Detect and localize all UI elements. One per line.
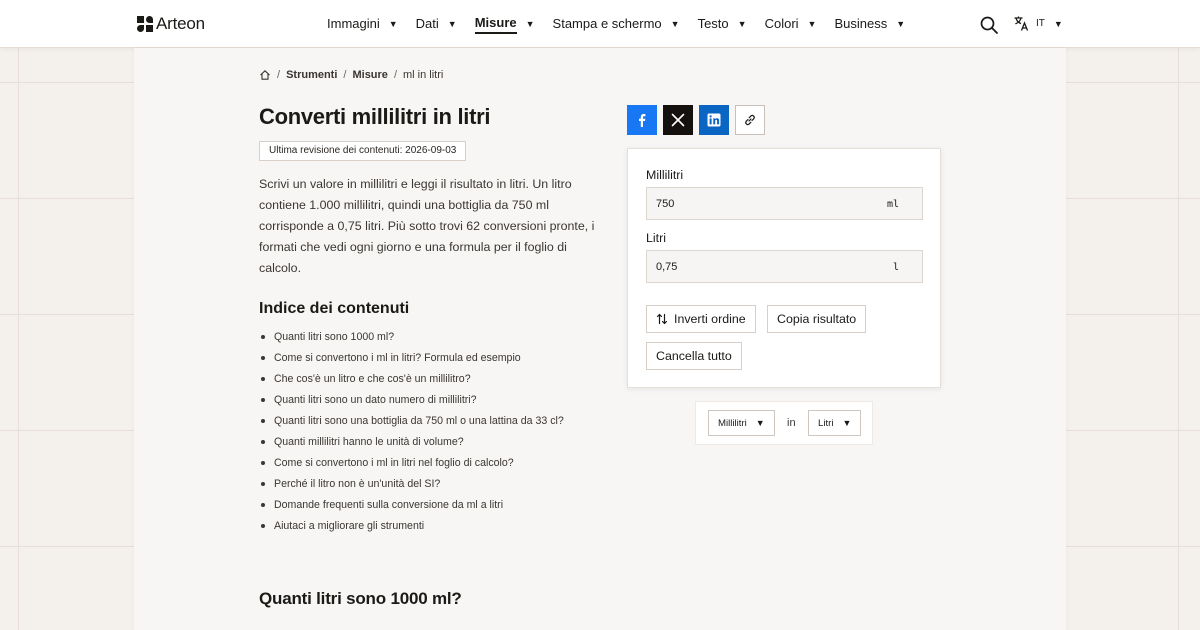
swap-order-button[interactable]: Inverti ordine	[646, 305, 756, 333]
caret-down-icon: ▼	[388, 19, 398, 29]
toc-item[interactable]: Come si convertono i ml in litri nel fog…	[259, 453, 564, 474]
from-unit-select[interactable]: Millilitri ▼	[708, 410, 775, 436]
millilitri-field: ml	[646, 187, 923, 220]
copy-link-button[interactable]	[735, 105, 765, 135]
breadcrumb-separator: /	[343, 69, 347, 81]
millilitri-label: Millilitri	[646, 168, 684, 182]
nav-label: Colori	[764, 15, 799, 31]
nav-label: Immagini	[327, 15, 380, 31]
breadcrumb-misure[interactable]: Misure	[352, 69, 387, 81]
facebook-icon	[639, 114, 646, 127]
breadcrumb: / Strumenti / Misure / ml in litri	[259, 69, 443, 81]
swap-order-label: Inverti ordine	[674, 312, 746, 326]
brand-name: Arteon	[156, 14, 205, 33]
litri-unit: l	[892, 262, 899, 273]
caret-down-icon: ▼	[842, 418, 852, 428]
nav-item-business[interactable]: Business ▼	[834, 0, 905, 48]
search-button[interactable]	[979, 15, 999, 35]
nav-item-colori[interactable]: Colori ▼	[765, 0, 817, 48]
nav-item-immagini[interactable]: Immagini ▼	[327, 0, 398, 48]
to-unit-select[interactable]: Litri ▼	[808, 410, 862, 436]
toc-item[interactable]: Quanti litri sono 1000 ml?	[259, 327, 564, 348]
toc-title: Indice dei contenuti	[259, 300, 410, 317]
breadcrumb-strumenti[interactable]: Strumenti	[286, 69, 337, 81]
toc-item[interactable]: Perché il litro non è un'unità del SI?	[259, 474, 564, 495]
language-code: IT	[1036, 18, 1045, 29]
millilitri-unit: ml	[886, 199, 899, 210]
language-switcher[interactable]: IT ▼	[1013, 15, 1063, 32]
toc-item[interactable]: Domande frequenti sulla conversione da m…	[259, 495, 564, 516]
caret-down-icon: ▼	[896, 19, 906, 29]
nav-item-testo[interactable]: Testo ▼	[698, 0, 747, 48]
share-buttons	[627, 105, 765, 135]
litri-field: l	[646, 250, 923, 283]
nav-item-dati[interactable]: Dati ▼	[416, 0, 457, 48]
toc-item[interactable]: Che cos'è un litro e che cos'è un millil…	[259, 369, 564, 390]
breadcrumb-current: ml in litri	[403, 69, 444, 81]
to-unit-value: Litri	[818, 417, 834, 429]
brand-logo[interactable]: Arteon	[137, 14, 205, 34]
nav-item-misure[interactable]: Misure ▼	[474, 0, 535, 48]
page-title: Converti millilitri in litri	[259, 104, 491, 129]
share-linkedin-button[interactable]	[699, 105, 729, 135]
section-title: Quanti litri sono 1000 ml?	[259, 589, 462, 608]
revision-badge: Ultima revisione dei contenuti: 2026-09-…	[259, 141, 467, 161]
caret-down-icon: ▼	[807, 19, 817, 29]
caret-down-icon: ▼	[1053, 18, 1063, 29]
toc-item[interactable]: Aiutaci a migliorare gli strumenti	[259, 516, 564, 537]
table-of-contents: Quanti litri sono 1000 ml? Come si conve…	[259, 327, 564, 537]
link-icon	[745, 114, 755, 126]
converter-card: Millilitri ml Litri l Inverti ordine Cop…	[627, 148, 941, 388]
nav-label: Testo	[697, 15, 729, 31]
toc-item[interactable]: Quanti millilitri hanno le unità di volu…	[259, 432, 564, 453]
unit-connector: in	[787, 417, 796, 429]
breadcrumb-separator: /	[277, 69, 281, 81]
caret-down-icon: ▼	[525, 19, 535, 29]
nav-label: Misure	[474, 15, 517, 34]
from-unit-value: Millilitri	[718, 417, 747, 429]
linkedin-icon	[707, 113, 721, 127]
litri-input[interactable]	[656, 251, 856, 282]
clear-all-button[interactable]: Cancella tutto	[646, 342, 742, 370]
search-icon	[980, 16, 998, 34]
breadcrumb-separator: /	[393, 69, 397, 81]
caret-down-icon: ▼	[670, 19, 680, 29]
unit-selector-row: Millilitri ▼ in Litri ▼	[695, 401, 873, 445]
nav-label: Business	[834, 15, 888, 31]
logo-icon	[137, 16, 153, 32]
home-icon[interactable]	[259, 69, 271, 81]
intro-paragraph: Scrivi un valore in millilitri e leggi i…	[259, 177, 595, 275]
share-x-button[interactable]	[663, 105, 693, 135]
share-facebook-button[interactable]	[627, 105, 657, 135]
copy-result-button[interactable]: Copia risultato	[767, 305, 867, 333]
toc-item[interactable]: Come si convertono i ml in litri? Formul…	[259, 348, 564, 369]
swap-icon	[656, 313, 668, 325]
main-nav: Immagini ▼ Dati ▼ Misure ▼ Stampa e sche…	[327, 0, 923, 48]
nav-item-stampa-e-schermo[interactable]: Stampa e schermo ▼	[553, 0, 680, 48]
toc-item[interactable]: Quanti litri sono una bottiglia da 750 m…	[259, 411, 564, 432]
millilitri-input[interactable]	[656, 188, 856, 219]
x-icon	[671, 113, 685, 127]
caret-down-icon: ▼	[447, 19, 457, 29]
toc-item[interactable]: Quanti litri sono un dato numero di mill…	[259, 390, 564, 411]
caret-down-icon: ▼	[755, 418, 765, 428]
translate-icon	[1014, 16, 1029, 31]
nav-label: Dati	[415, 15, 439, 31]
nav-label: Stampa e schermo	[552, 15, 662, 31]
caret-down-icon: ▼	[737, 19, 747, 29]
litri-label: Litri	[646, 231, 666, 245]
top-navigation-bar: Arteon Immagini ▼ Dati ▼ Misure ▼ Stampa…	[0, 0, 1200, 48]
